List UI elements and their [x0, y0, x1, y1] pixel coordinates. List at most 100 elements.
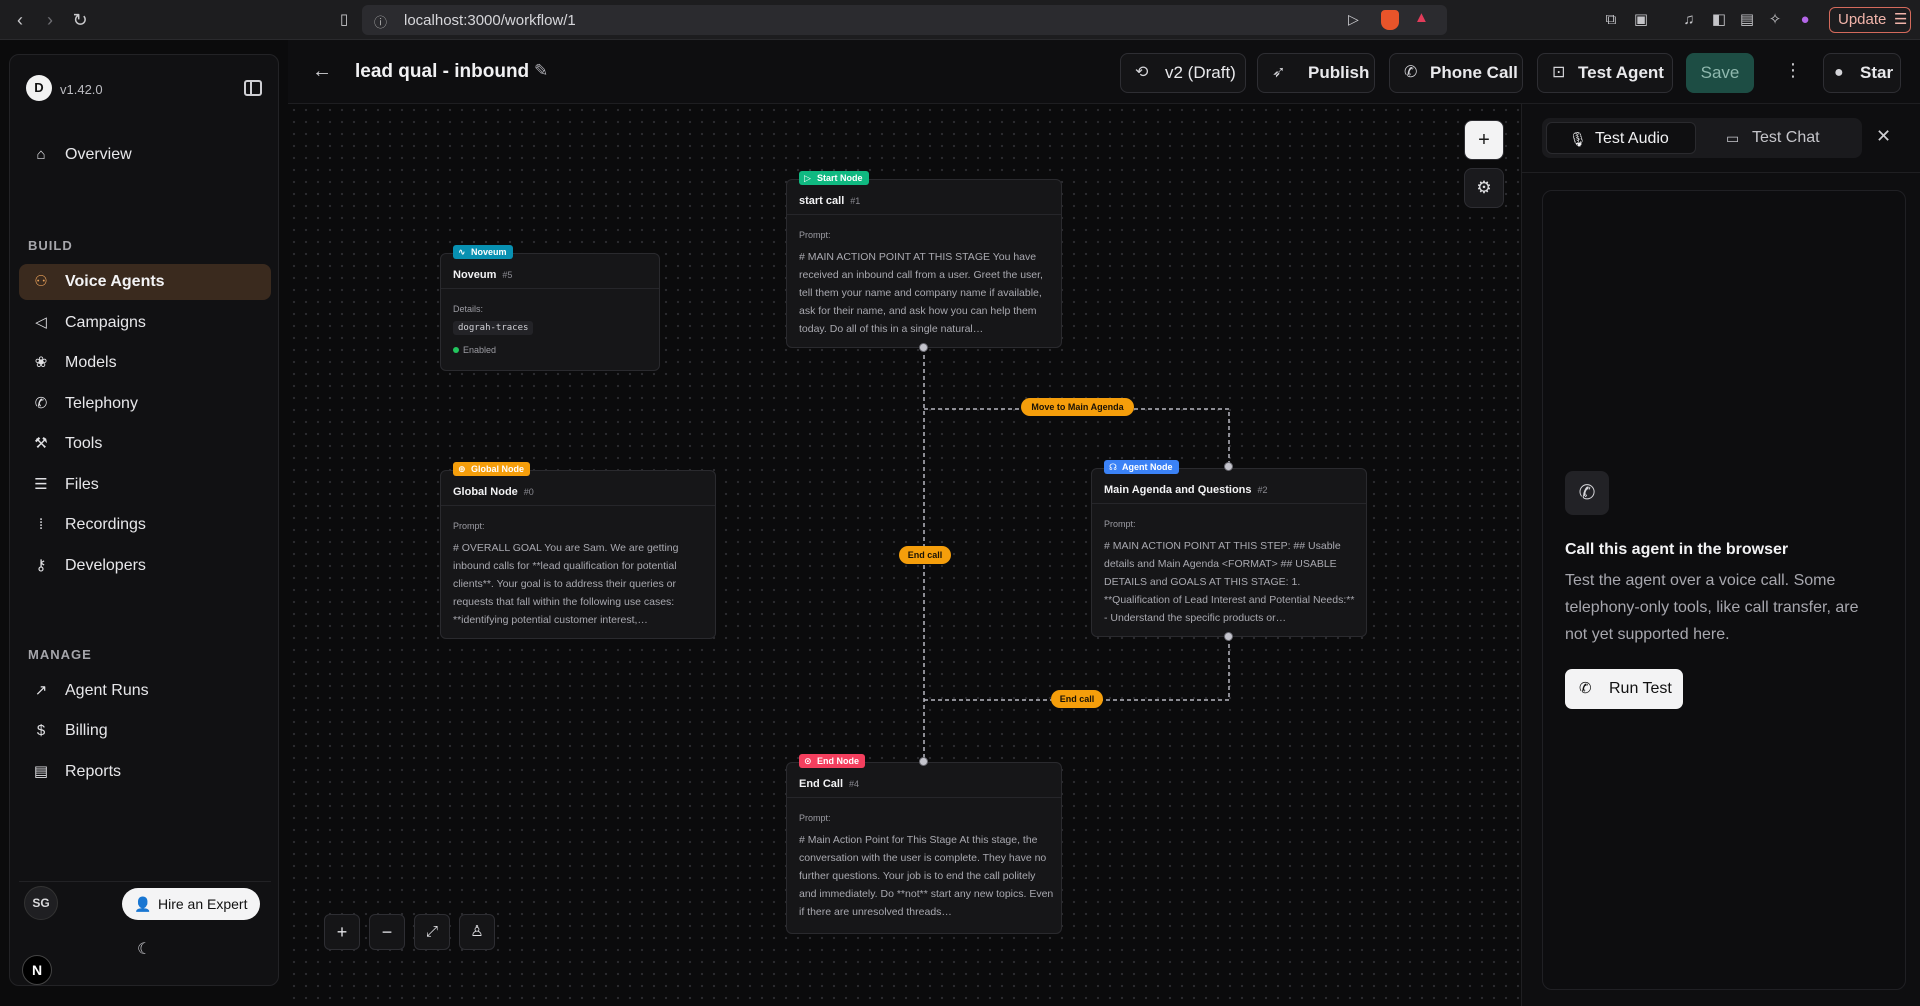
node-id: #1	[850, 196, 861, 206]
music-icon[interactable]: ♫	[1679, 10, 1699, 30]
start-node-tag: ▷ Start Node	[799, 171, 869, 185]
bookmark-icon[interactable]: ▯	[332, 8, 356, 32]
more-options-icon[interactable]: ⋮	[1784, 60, 1802, 81]
edge-label-end-call[interactable]: End call	[1051, 690, 1103, 708]
workflow-canvas[interactable]: Move to Main Agenda End call End call ▷ S…	[288, 104, 1520, 1006]
sidebar-item-overview[interactable]: ⌂ Overview	[19, 137, 271, 173]
sidebar-item-developers[interactable]: ⚷ Developers	[19, 548, 271, 584]
message-icon: ▭	[1726, 130, 1740, 146]
workflow-header: ← lead qual - inbound ✎ ⟲ v2 (Draft) ➶ P…	[288, 40, 1920, 104]
star-label: Star	[1860, 63, 1894, 82]
app-logo[interactable]: D	[26, 75, 52, 101]
brave-shield-icon[interactable]	[1381, 10, 1399, 30]
edit-title-icon[interactable]: ✎	[534, 61, 548, 81]
divider	[1092, 503, 1366, 504]
next-dev-badge[interactable]: N	[22, 955, 52, 985]
address-bar[interactable]: ⓘ localhost:3000/workflow/1 ▷ ▲	[362, 5, 1447, 35]
sidebar-item-label: Tools	[65, 435, 103, 452]
publish-button[interactable]: ➶ Publish	[1257, 53, 1375, 93]
add-node-button[interactable]: +	[1464, 120, 1504, 160]
hire-expert-button[interactable]: 👤 Hire an Expert	[122, 888, 260, 920]
forward-icon[interactable]: ›	[38, 8, 62, 32]
agent-node-tag: ☊ Agent Node	[1104, 460, 1179, 474]
sidebar-item-label: Developers	[65, 557, 146, 574]
sidebar-item-campaigns[interactable]: ◁ Campaigns	[19, 305, 271, 341]
prompt-text: # MAIN ACTION POINT AT THIS STAGE You ha…	[799, 251, 1043, 335]
divider	[787, 214, 1061, 215]
back-arrow-icon[interactable]: ←	[312, 60, 332, 83]
theme-toggle-icon[interactable]: ☾	[137, 939, 151, 959]
agent-node-source-handle[interactable]	[1224, 632, 1233, 641]
global-node[interactable]: ⊕ Global Node Global Node #0 Prompt: # OVE…	[440, 462, 716, 639]
sidebar-item-telephony[interactable]: ✆ Telephony	[19, 386, 271, 422]
prompt-text: # MAIN ACTION POINT AT THIS STEP: ## Usa…	[1104, 540, 1355, 624]
extensions-icon[interactable]: ⧉	[1601, 10, 1621, 30]
sidebar-item-models[interactable]: ❀ Models	[19, 345, 271, 381]
sidebar-item-billing[interactable]: $ Billing	[19, 713, 271, 749]
back-icon[interactable]: ‹	[8, 8, 32, 32]
sidebar-item-tools[interactable]: ⚒ Tools	[19, 426, 271, 462]
site-info-icon[interactable]: ⓘ	[374, 12, 387, 31]
prompt-label: Prompt:	[799, 230, 831, 240]
profile-icon[interactable]: ●	[1795, 10, 1815, 30]
sidebar-item-agent-runs[interactable]: ↗ Agent Runs	[19, 673, 271, 709]
phone-icon: ✆	[1404, 64, 1418, 81]
sidebar-item-label: Reports	[65, 763, 122, 780]
end-node-target-handle[interactable]	[919, 757, 928, 766]
noveum-node[interactable]: ∿ Noveum Noveum #5 Details: dograh-traces …	[440, 245, 660, 371]
workflow-icon: ⚇	[34, 273, 48, 290]
zoom-in-button[interactable]: +	[324, 914, 360, 950]
mic-icon: 🎙	[1569, 131, 1587, 147]
play-icon: ▷	[804, 173, 811, 183]
update-button[interactable]: Update ☰	[1829, 7, 1911, 33]
end-node[interactable]: ⊙ End Node End Call #4 Prompt: # Main Acti…	[786, 754, 1062, 934]
prompt-text: # OVERALL GOAL You are Sam. We are getti…	[453, 542, 679, 626]
sidebar-item-files[interactable]: ☰ Files	[19, 467, 271, 503]
brave-rewards-icon[interactable]: ▲	[1414, 9, 1429, 26]
tab-test-audio[interactable]: 🎙 Test Audio	[1546, 122, 1696, 154]
leo-ai-icon[interactable]: ✧	[1765, 10, 1785, 30]
prompt-label: Prompt:	[1104, 519, 1136, 529]
agent-node[interactable]: ☊ Agent Node Main Agenda and Questions #2 …	[1091, 460, 1367, 637]
sidebar-item-recordings[interactable]: ⦙ Recordings	[19, 507, 271, 543]
edge-label-end-call[interactable]: End call	[899, 546, 951, 564]
test-agent-button[interactable]: ⊡ Test Agent	[1537, 53, 1673, 93]
call-title: Call this agent in the browser	[1565, 541, 1789, 558]
sidebar-panel-icon[interactable]: ◧	[1709, 10, 1729, 30]
prompt-text: # Main Action Point for This Stage At th…	[799, 834, 1054, 918]
phone-call-button[interactable]: ✆ Phone Call	[1389, 53, 1523, 93]
edge-label-move-to-main-agenda[interactable]: Move to Main Agenda	[1021, 398, 1134, 416]
user-avatar[interactable]: SG	[24, 886, 58, 920]
node-title-text: start call	[799, 195, 845, 207]
megaphone-icon: ◁	[35, 314, 47, 331]
globe-icon: ⊕	[458, 464, 466, 474]
sidebar: D v1.42.0 ⌂ Overview BUILD ⚇ Voice Agent…	[9, 54, 279, 986]
status-row: Enabled	[453, 345, 496, 355]
sidebar-toggle-icon[interactable]	[244, 80, 262, 96]
github-star-button[interactable]: ● Star	[1823, 53, 1901, 93]
tag-label: Noveum	[471, 247, 507, 257]
version-button[interactable]: ⟲ v2 (Draft)	[1120, 53, 1246, 93]
tidy-layout-icon[interactable]: ♙	[459, 914, 495, 950]
start-node[interactable]: ▷ Start Node start call #1 Prompt: # MAIN …	[786, 171, 1062, 348]
test-agent-label: Test Agent	[1578, 63, 1664, 82]
test-tabs: 🎙 Test Audio ▭ Test Chat	[1542, 118, 1862, 158]
agent-node-target-handle[interactable]	[1224, 462, 1233, 471]
close-icon[interactable]: ✕	[1876, 126, 1891, 147]
wallet-icon[interactable]: ▤	[1737, 10, 1757, 30]
settings-gear-icon[interactable]: ⚙	[1464, 168, 1504, 208]
github-icon: ●	[1834, 64, 1844, 81]
media-play-icon[interactable]: ▷	[1348, 11, 1359, 28]
start-node-source-handle[interactable]	[919, 343, 928, 352]
fit-view-icon[interactable]: ⤢	[414, 914, 450, 950]
reload-icon[interactable]: ↻	[68, 8, 92, 32]
zoom-out-button[interactable]: −	[369, 914, 405, 950]
sidebar-item-reports[interactable]: ▤ Reports	[19, 754, 271, 790]
screenshot-icon[interactable]: ▣	[1631, 10, 1651, 30]
save-button[interactable]: Save	[1686, 53, 1754, 93]
edge-start-to-agent[interactable]	[924, 408, 1230, 467]
run-test-button[interactable]: ✆ Run Test	[1565, 669, 1683, 709]
wrench-icon: ⚒	[34, 435, 48, 452]
sidebar-item-voice-agents[interactable]: ⚇ Voice Agents	[19, 264, 271, 300]
tab-test-chat[interactable]: ▭ Test Chat	[1704, 122, 1854, 154]
